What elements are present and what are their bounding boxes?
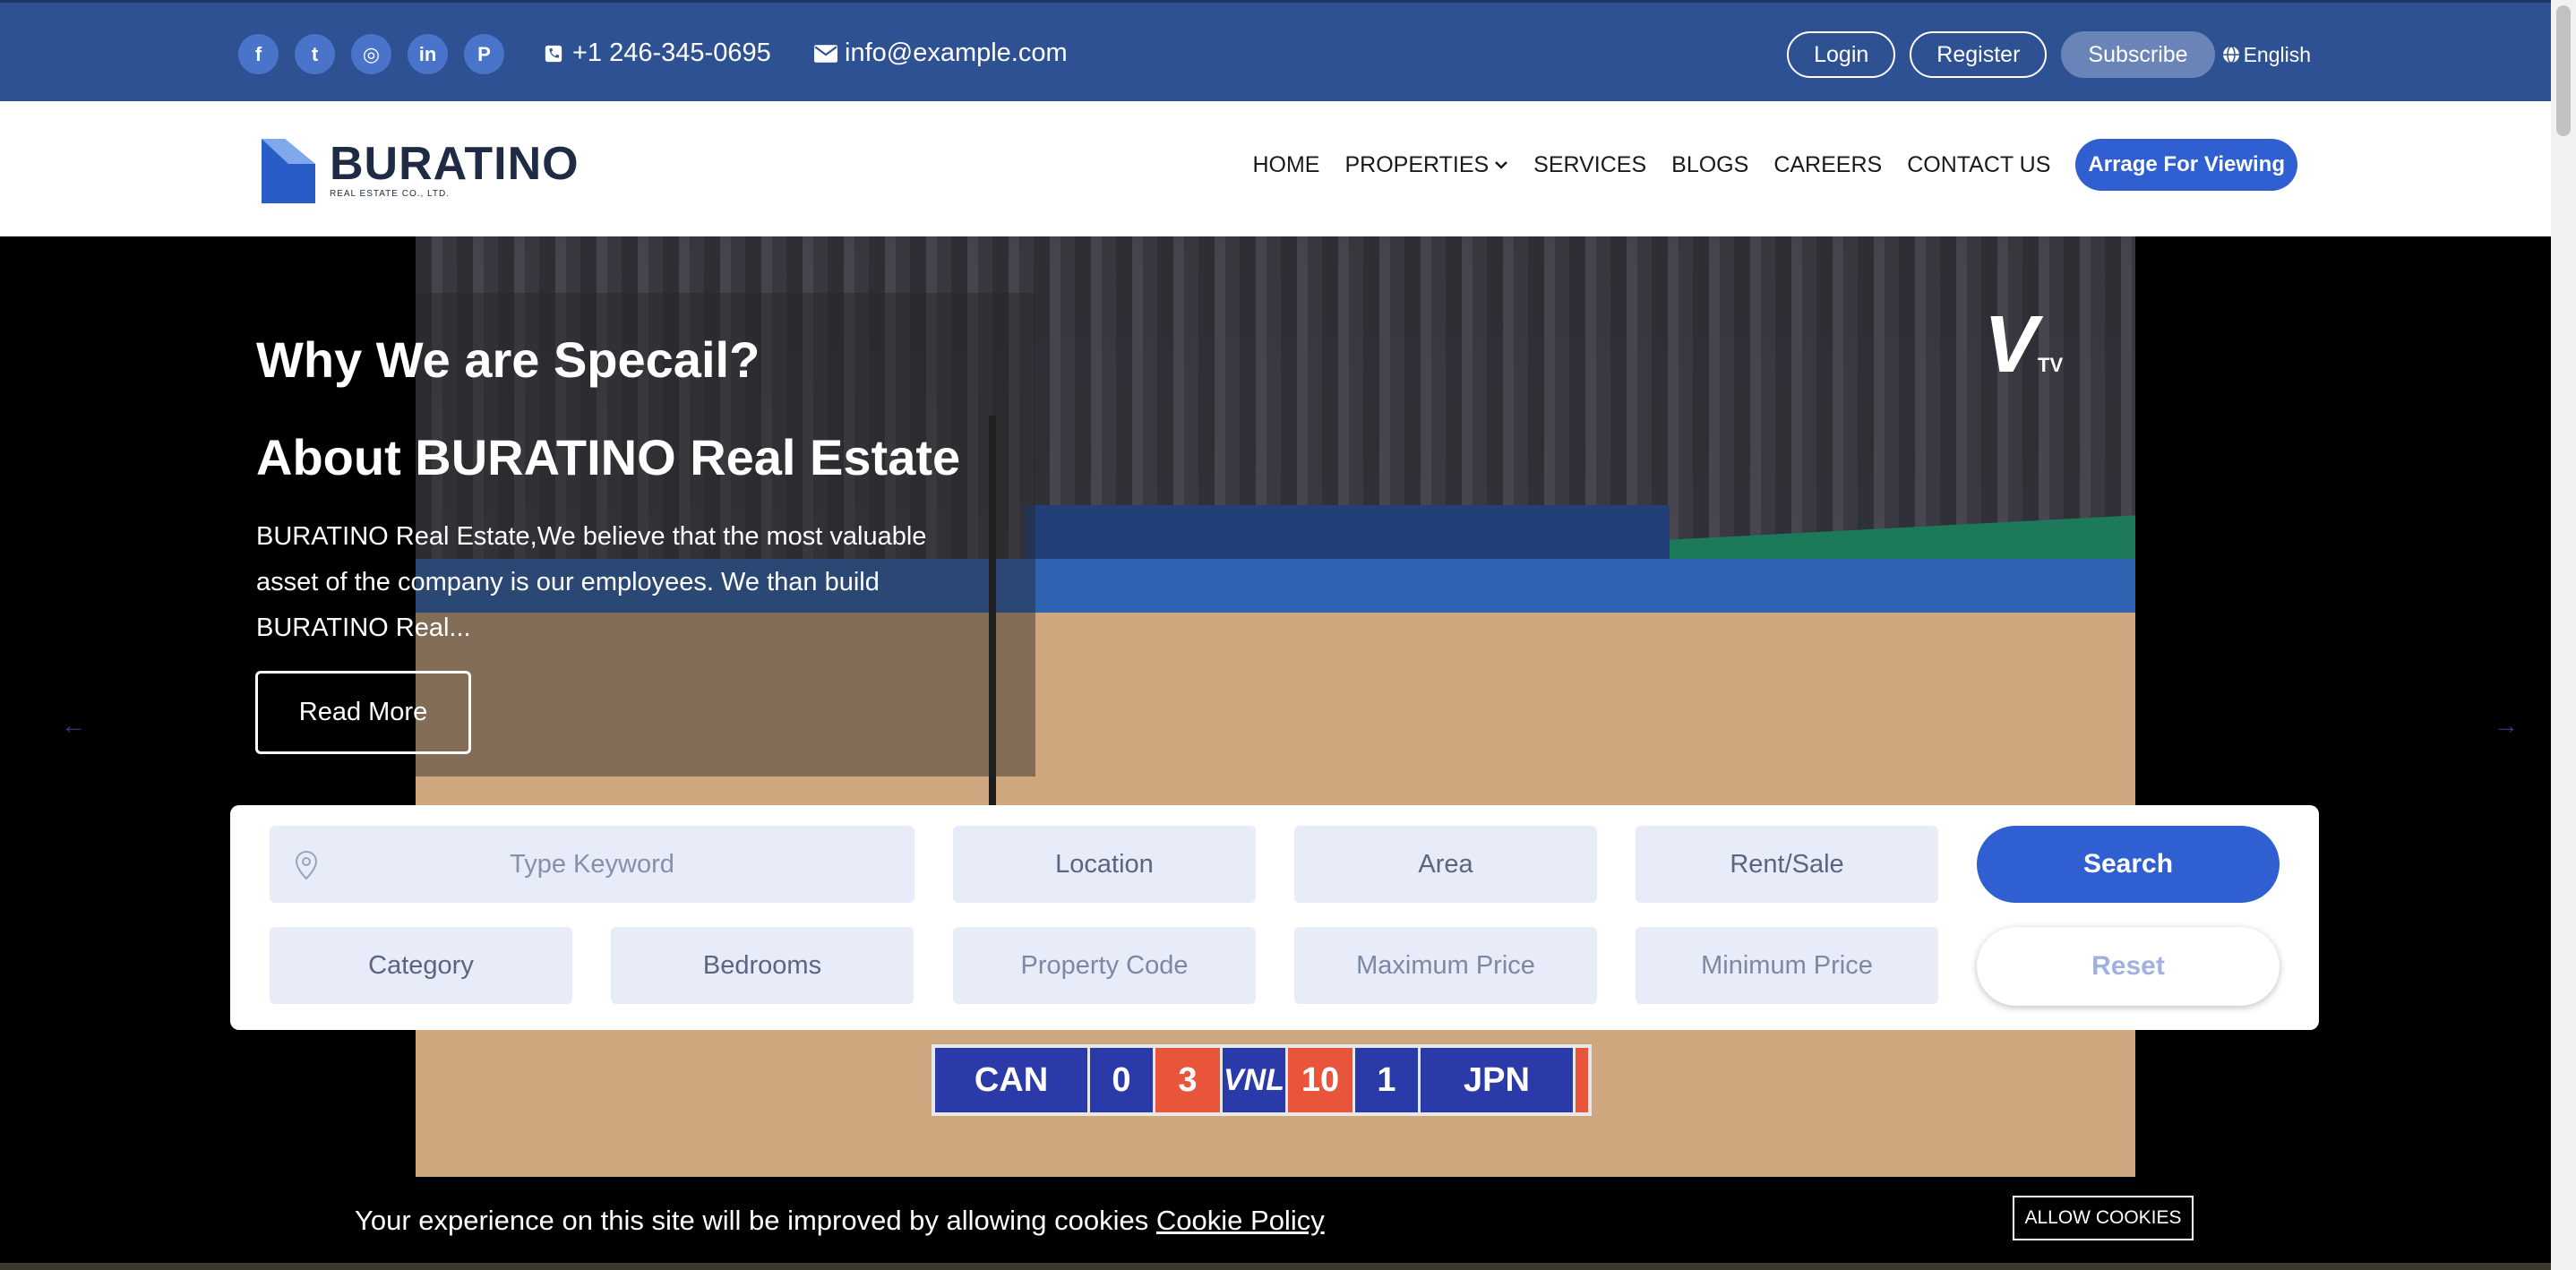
logo-mark-icon — [262, 139, 315, 203]
email-address: info@example.com — [845, 39, 1068, 67]
location-pin-icon — [295, 851, 318, 880]
arrange-viewing-button[interactable]: Arrage For Viewing — [2075, 139, 2297, 191]
min-price-input[interactable]: Minimum Price — [1636, 927, 1938, 1004]
score-sets-b: 1 — [1355, 1048, 1418, 1112]
logo-name: BURATINO — [330, 138, 580, 190]
nav-item-services[interactable]: SERVICES — [1533, 152, 1646, 178]
score-team-b: JPN — [1421, 1048, 1573, 1112]
score-accent — [1576, 1048, 1588, 1112]
globe-icon — [2222, 46, 2239, 64]
cookie-banner: Your experience on this site will be imp… — [0, 1179, 2551, 1263]
logo[interactable]: BURATINO REAL ESTATE CO., LTD. — [262, 139, 580, 203]
score-points-b: 10 — [1288, 1048, 1352, 1112]
phone-number: +1 246-345-0695 — [572, 39, 771, 67]
cookie-policy-link[interactable]: Cookie Policy — [1156, 1205, 1325, 1236]
property-search-panel: Type Keyword Location Area Rent/Sale Sea… — [230, 805, 2319, 1030]
score-logo: VNL — [1223, 1048, 1285, 1112]
phone-contact[interactable]: +1 246-345-0695 — [542, 39, 771, 68]
chevron-down-icon — [1495, 161, 1508, 169]
nav-menu: HOME PROPERTIES SERVICES BLOGS CAREERS C… — [1252, 139, 2297, 191]
hero-heading-about: About BURATINO Real Estate — [256, 429, 961, 485]
phone-icon — [545, 45, 562, 62]
nav-item-properties-label: PROPERTIES — [1344, 151, 1490, 177]
register-button[interactable]: Register — [1910, 31, 2048, 78]
watermark-sub: TV — [2038, 354, 2064, 376]
cookie-message: Your experience on this site will be imp… — [355, 1205, 1325, 1237]
rent-sale-select[interactable]: Rent/Sale — [1636, 826, 1938, 903]
search-button[interactable]: Search — [1977, 826, 2280, 903]
keyword-placeholder: Type Keyword — [510, 849, 674, 879]
instagram-icon[interactable]: ◎ — [351, 34, 391, 74]
score-sets-a: 0 — [1090, 1048, 1153, 1112]
pinterest-icon[interactable]: P — [464, 34, 504, 74]
nav-item-properties[interactable]: PROPERTIES — [1344, 152, 1508, 178]
logo-subtitle: REAL ESTATE CO., LTD. — [330, 189, 450, 199]
top-bar: f t ◎ in P +1 246-345-0695 info@example.… — [0, 0, 2551, 101]
linkedin-icon[interactable]: in — [408, 34, 448, 74]
reset-button[interactable]: Reset — [1977, 927, 2280, 1006]
social-links: f t ◎ in P — [238, 34, 504, 74]
scoreboard: CAN 0 3 VNL 10 1 JPN — [932, 1044, 1592, 1116]
hero-heading-why: Why We are Specail? — [256, 331, 760, 388]
property-code-input[interactable]: Property Code — [953, 927, 1256, 1004]
allow-cookies-button[interactable]: ALLOW COOKIES — [2013, 1196, 2194, 1240]
language-selector[interactable]: English — [2222, 43, 2311, 67]
bedrooms-select[interactable]: Bedrooms — [611, 927, 914, 1004]
hero-slider: VTV CAN 0 3 VNL 10 1 JPN Why We are Spec… — [0, 236, 2551, 1270]
twitter-icon[interactable]: t — [295, 34, 335, 74]
category-select[interactable]: Category — [270, 927, 572, 1004]
auth-actions: Login Register Subscribe English — [1787, 31, 2311, 78]
scrollbar-thumb[interactable] — [2556, 5, 2571, 136]
score-points-a: 3 — [1155, 1048, 1220, 1112]
nav-item-contact-us[interactable]: CONTACT US — [1907, 152, 2050, 178]
slider-next-arrow[interactable]: → — [2494, 711, 2519, 740]
score-team-a: CAN — [935, 1048, 1087, 1112]
read-more-button[interactable]: Read More — [255, 671, 471, 754]
location-select[interactable]: Location — [953, 826, 1256, 903]
email-contact[interactable]: info@example.com — [814, 39, 1068, 68]
max-price-input[interactable]: Maximum Price — [1294, 927, 1597, 1004]
subscribe-button[interactable]: Subscribe — [2061, 31, 2215, 78]
nav-item-blogs[interactable]: BLOGS — [1671, 152, 1748, 178]
nav-item-home[interactable]: HOME — [1252, 152, 1319, 178]
login-button[interactable]: Login — [1787, 31, 1896, 78]
language-label: English — [2243, 42, 2311, 66]
main-nav: BURATINO REAL ESTATE CO., LTD. HOME PROP… — [0, 101, 2551, 236]
keyword-field[interactable]: Type Keyword — [270, 826, 914, 903]
slider-prev-arrow[interactable]: ← — [61, 711, 86, 740]
envelope-icon — [814, 44, 837, 63]
page-scrollbar[interactable] — [2551, 0, 2576, 1270]
area-select[interactable]: Area — [1294, 826, 1597, 903]
video-watermark: VTV — [1984, 299, 2063, 391]
cookie-text: Your experience on this site will be imp… — [355, 1205, 1149, 1236]
page-bottom-strip — [0, 1263, 2551, 1270]
facebook-icon[interactable]: f — [238, 34, 279, 74]
hero-description: BURATINO Real Estate,We believe that the… — [256, 522, 927, 642]
nav-item-careers[interactable]: CAREERS — [1773, 152, 1882, 178]
watermark-mark: V — [1984, 300, 2039, 390]
